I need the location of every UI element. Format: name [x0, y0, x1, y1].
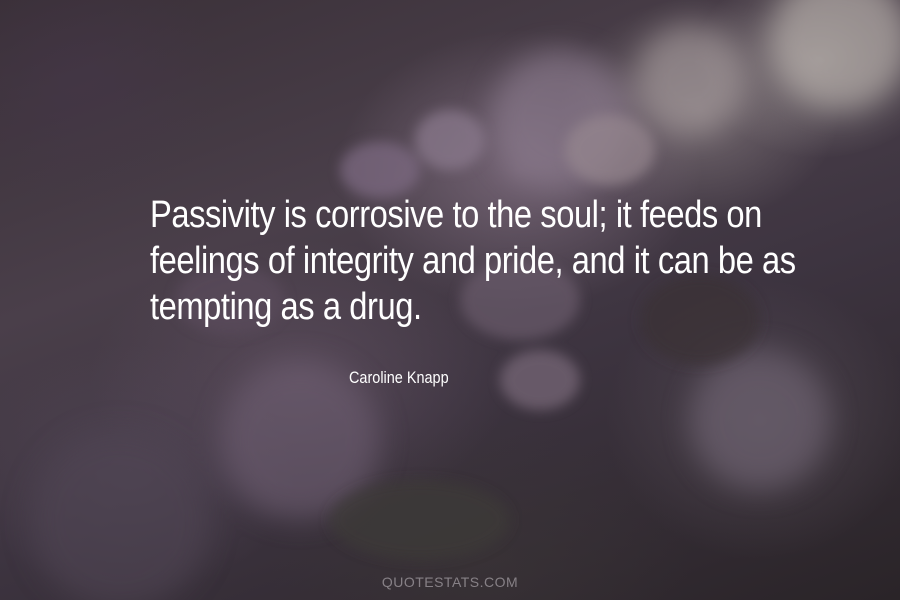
quote-line: feelings of integrity and pride, and it … — [150, 240, 796, 282]
quote-line: Passivity is corrosive to the soul; it f… — [150, 194, 762, 236]
quote-card: Passivity is corrosive to the soul; it f… — [0, 0, 900, 600]
quote-text: Passivity is corrosive to the soul; it f… — [150, 192, 796, 330]
quote-line: tempting as a drug. — [150, 286, 422, 328]
quote-author: Caroline Knapp — [349, 368, 449, 387]
site-watermark: QUOTESTATS.COM — [381, 574, 519, 590]
